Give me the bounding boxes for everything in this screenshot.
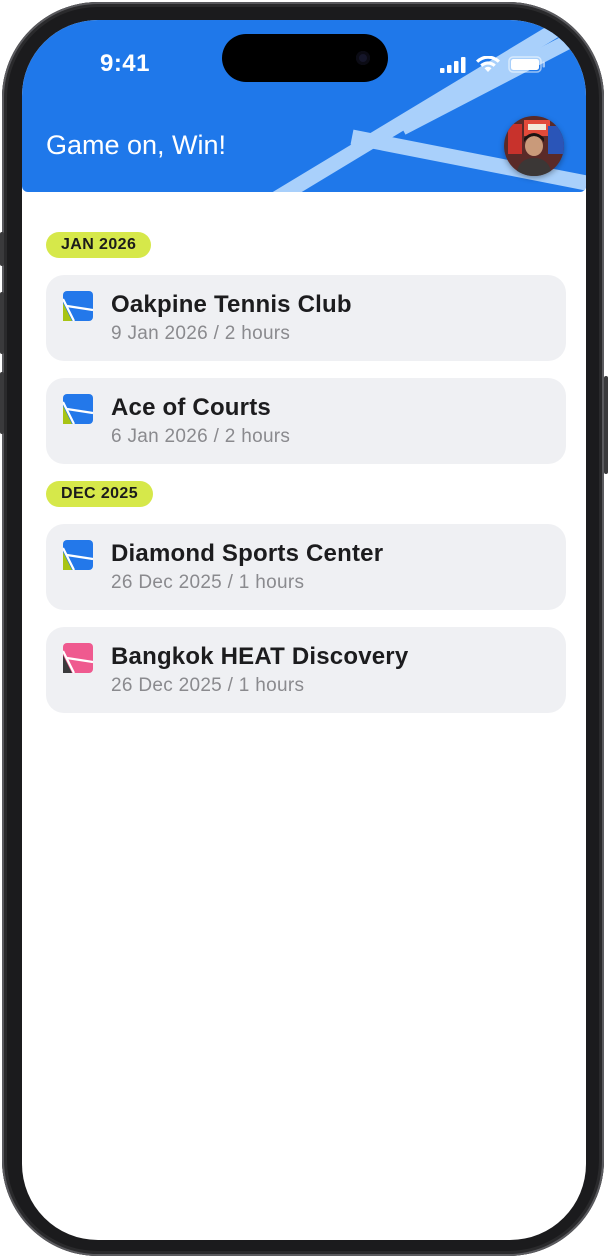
month-badge: DEC 2025	[46, 481, 154, 507]
booking-history-list: JAN 2026 Oakpine Tennis Club 9 Jan 2026 …	[46, 232, 566, 730]
power-button	[604, 376, 608, 474]
front-camera	[356, 51, 370, 65]
month-badge: JAN 2026	[46, 232, 152, 258]
venue-name: Diamond Sports Center	[111, 540, 384, 567]
signal-icon	[440, 56, 466, 73]
status-time: 9:41	[99, 50, 151, 77]
booking-details: 6 Jan 2026 / 2 hours	[111, 426, 291, 447]
booking-card[interactable]: Oakpine Tennis Club 9 Jan 2026 / 2 hours	[46, 275, 566, 361]
action-button	[0, 232, 4, 266]
booking-card[interactable]: Ace of Courts 6 Jan 2026 / 2 hours	[46, 378, 566, 464]
avatar[interactable]	[504, 116, 564, 176]
court-logo-icon	[63, 540, 93, 570]
court-logo-icon	[63, 291, 93, 321]
volume-down-button	[0, 372, 4, 434]
court-logo-icon	[63, 394, 93, 424]
court-logo-pink-icon	[63, 643, 93, 673]
profile-photo-icon	[504, 116, 564, 176]
venue-name: Bangkok HEAT Discovery	[111, 643, 409, 670]
venue-name: Ace of Courts	[111, 394, 271, 421]
booking-details: 9 Jan 2026 / 2 hours	[111, 323, 291, 344]
wifi-icon	[476, 56, 500, 72]
header: 9:41 Game on, Win!	[22, 20, 586, 192]
booking-details: 26 Dec 2025 / 1 hours	[111, 675, 305, 696]
month-group-jan-2026: JAN 2026 Oakpine Tennis Club 9 Jan 2026 …	[46, 232, 566, 464]
battery-icon	[508, 56, 545, 73]
greeting-title: Game on, Win!	[46, 130, 227, 160]
volume-up-button	[0, 292, 4, 354]
dynamic-island	[222, 34, 388, 82]
booking-card[interactable]: Diamond Sports Center 26 Dec 2025 / 1 ho…	[46, 524, 566, 610]
status-icons	[440, 56, 546, 73]
venue-name: Oakpine Tennis Club	[111, 291, 352, 318]
booking-details: 26 Dec 2025 / 1 hours	[111, 572, 305, 593]
booking-card[interactable]: Bangkok HEAT Discovery 26 Dec 2025 / 1 h…	[46, 627, 566, 713]
month-group-dec-2025: DEC 2025 Diamond Sports Center 26 Dec 20…	[46, 481, 566, 713]
app-screen: 9:41 Game on, Win! JAN 2026 Oakpine Tenn…	[22, 20, 586, 1240]
